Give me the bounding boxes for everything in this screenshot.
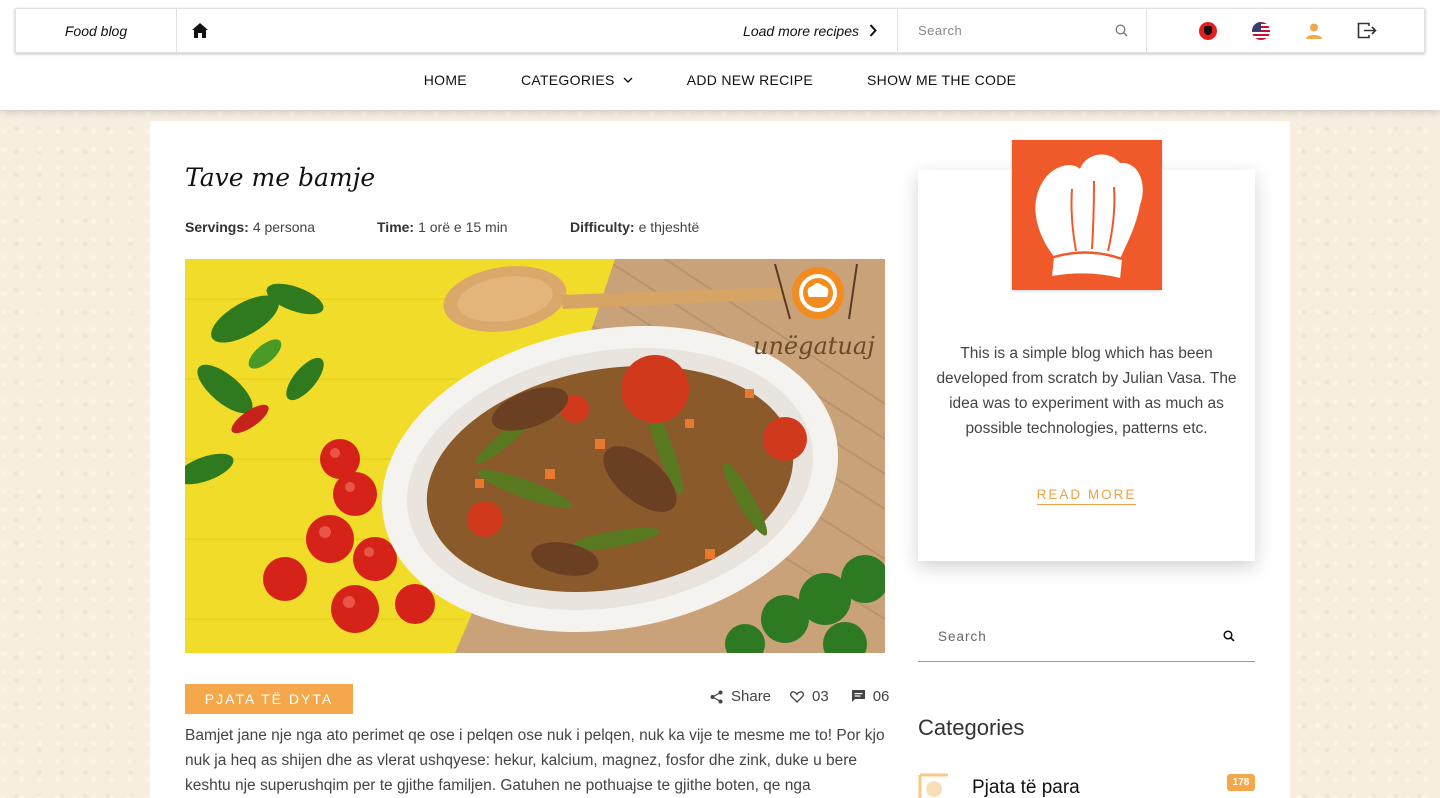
comments-button[interactable]: 06 [851, 688, 890, 705]
like-button[interactable]: 03 [790, 688, 829, 705]
search-icon[interactable] [1115, 24, 1128, 37]
post-title[interactable]: Tave me bamje [185, 163, 375, 192]
user-button[interactable] [1304, 21, 1324, 41]
read-more-wrap: READ MORE [918, 486, 1255, 505]
difficulty-label: Difficulty: [570, 219, 635, 235]
header-actions [1147, 9, 1424, 52]
heart-icon [790, 690, 804, 703]
us-flag-icon [1252, 21, 1270, 40]
post-actions: Share 03 06 [710, 688, 889, 705]
comment-icon [851, 690, 865, 702]
nav-categories[interactable]: CATEGORIES [521, 72, 633, 88]
home-button[interactable] [177, 9, 223, 52]
servings-value: 4 persona [252, 219, 316, 235]
share-icon [710, 690, 723, 703]
user-icon [1306, 23, 1322, 39]
time-label: Time: [377, 219, 415, 235]
nav-add-new-recipe[interactable]: ADD NEW RECIPE [687, 72, 813, 88]
recipe-image[interactable]: unëgatuaj [185, 259, 885, 653]
category-item[interactable]: Pjata të para 178 [918, 771, 1255, 798]
search-icon[interactable] [1223, 630, 1235, 642]
nav-show-code[interactable]: SHOW ME THE CODE [867, 72, 1016, 88]
albanian-flag-icon [1199, 21, 1217, 40]
recipe-meta: Servings: 4 persona Time: 1 orë e 15 min… [185, 219, 699, 235]
top-search-input[interactable] [918, 23, 1115, 38]
nav-categories-label: CATEGORIES [520, 72, 615, 88]
time-value: 1 orë e 15 min [418, 219, 508, 235]
chef-hat-icon [1035, 154, 1143, 280]
site-header: Food blog Load more recipes Search HOME … [0, 0, 1440, 110]
post-excerpt: Bamjet jane nje nga ato perimet qe ose i… [185, 727, 885, 794]
content-panel: Tave me bamje Servings: 4 persona Time: … [150, 121, 1290, 798]
chef-hat-logo [1012, 140, 1162, 290]
load-more-label: Load more recipes [743, 22, 859, 39]
home-icon [192, 23, 208, 38]
categories-heading: Categories [918, 715, 1025, 740]
likes-count: 03 [812, 688, 829, 705]
category-thumbnail [918, 771, 950, 798]
chevron-right-icon [869, 24, 877, 37]
share-label: Share [731, 688, 772, 705]
image-watermark-text: unëgatuaj [753, 332, 875, 360]
top-search-box [898, 9, 1147, 52]
sidebar-search [918, 611, 1255, 662]
category-count-badge: 178 [1227, 774, 1255, 791]
chevron-down-icon [623, 77, 633, 83]
time: Time: 1 orë e 15 min [377, 219, 570, 235]
sidebar-search-input[interactable] [938, 628, 1223, 644]
about-text: This is a simple blog which has been dev… [936, 345, 1237, 437]
servings: Servings: 4 persona [185, 219, 377, 235]
top-bar: Food blog Load more recipes [15, 8, 1425, 53]
brand-name[interactable]: Food blog [16, 9, 177, 52]
share-button[interactable]: Share [710, 688, 771, 705]
nav-home[interactable]: HOME [424, 72, 467, 88]
servings-label: Servings: [185, 219, 249, 235]
language-english-button[interactable] [1251, 21, 1271, 41]
read-more-link[interactable]: READ MORE [1036, 487, 1137, 505]
logout-button[interactable] [1357, 21, 1377, 41]
load-more-recipes-link[interactable]: Load more recipes [223, 9, 898, 52]
comments-count: 06 [872, 688, 890, 705]
difficulty: Difficulty: e thjeshtë [570, 219, 699, 235]
logout-icon [1357, 22, 1377, 39]
difficulty-value: e thjeshtë [638, 219, 700, 235]
category-name: Pjata të para [972, 777, 1080, 798]
language-albanian-button[interactable] [1198, 21, 1218, 41]
main-nav: HOME CATEGORIES ADD NEW RECIPE SHOW ME T… [0, 58, 1440, 102]
post-category-badge[interactable]: PJATA TË DYTA [185, 684, 353, 714]
